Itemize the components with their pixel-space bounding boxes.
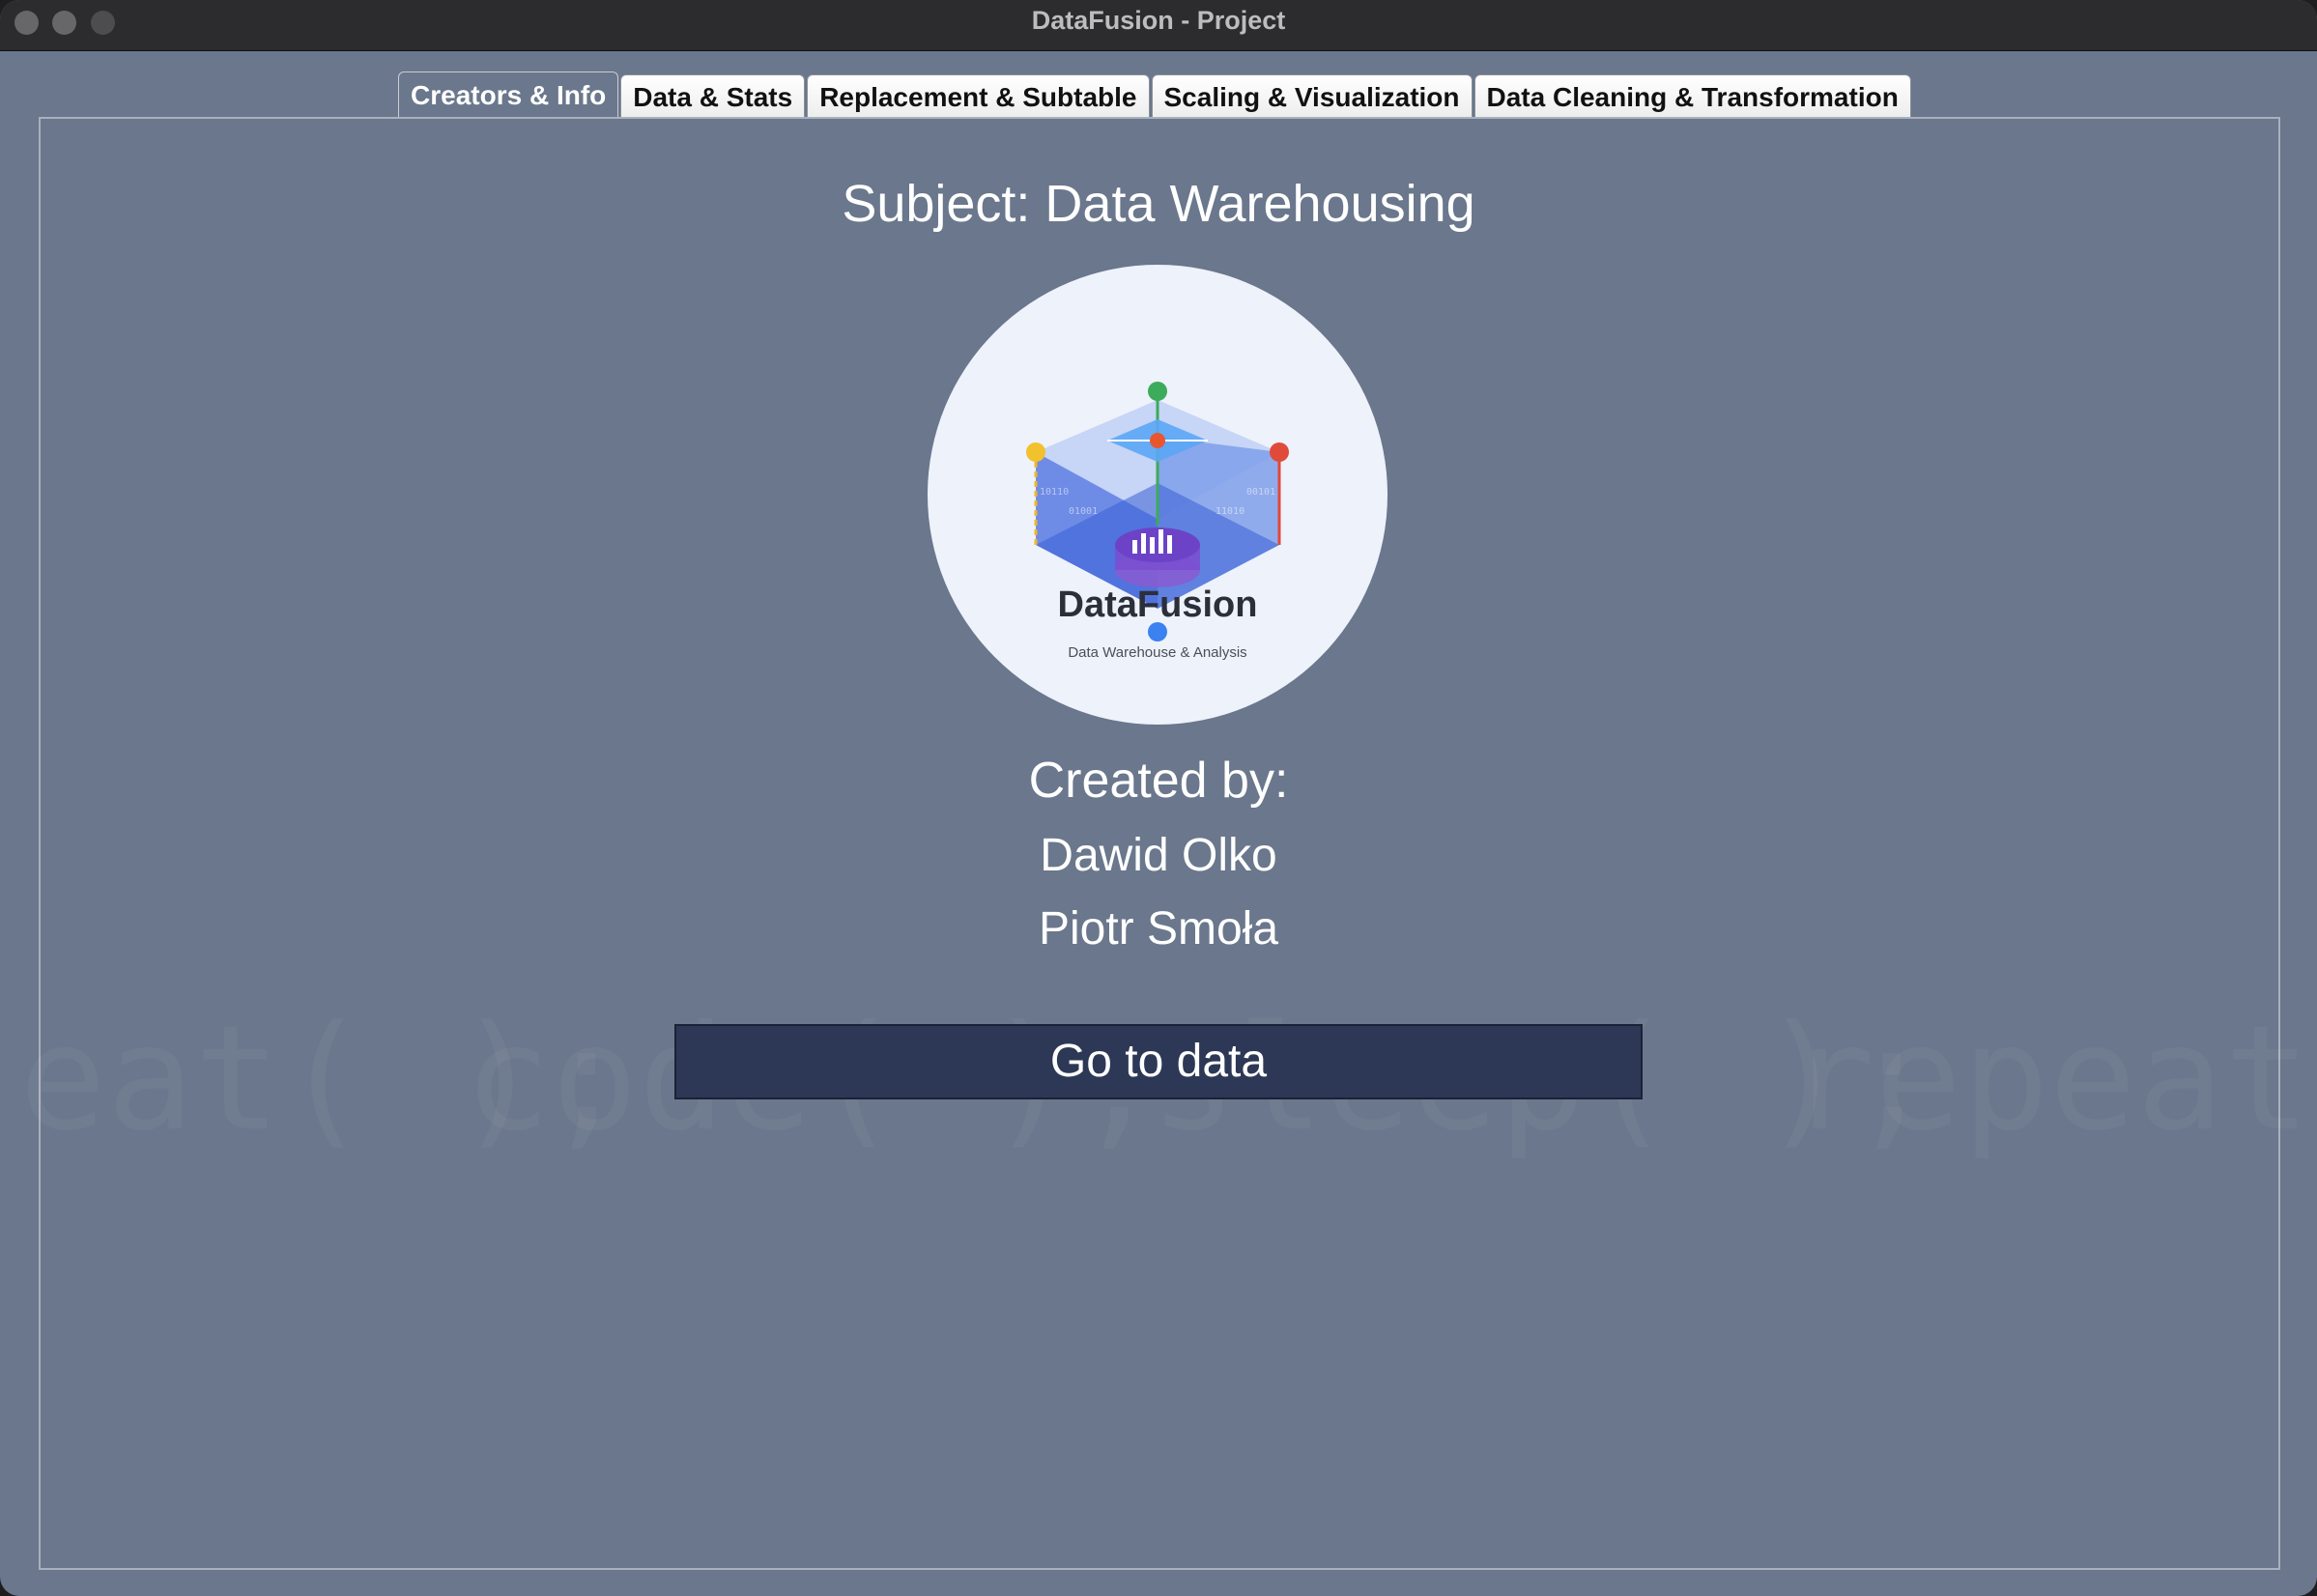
datafusion-logo: 10110 01001 00101 11010 DataFusion Data … (928, 265, 1387, 725)
logo-binary-text: 00101 (1246, 487, 1275, 498)
tab-creators-info[interactable]: Creators & Info (398, 71, 619, 118)
creator-name: Dawid Olko (1040, 830, 1277, 881)
tab-data-cleaning-transformation[interactable]: Data Cleaning & Transformation (1473, 74, 1911, 118)
background-watermark-text: repeat( ); (1788, 995, 2317, 1163)
tab-bar: Creators & Info Data & Stats Replacement… (398, 71, 1913, 118)
logo-tagline: Data Warehouse & Analysis (1068, 644, 1246, 661)
tab-replacement-subtable[interactable]: Replacement & Subtable (807, 74, 1150, 118)
window-title: DataFusion - Project (1031, 6, 1286, 35)
logo-binary-text: 01001 (1069, 506, 1098, 517)
go-to-data-button[interactable]: Go to data (674, 1024, 1643, 1099)
created-by-label: Created by: (1028, 753, 1289, 809)
logo-binary-text: 10110 (1040, 487, 1069, 498)
datafusion-logo-graphic: 10110 01001 00101 11010 DataFusion Data … (1026, 382, 1289, 661)
creator-name: Piotr Smoła (1038, 903, 1279, 955)
tab-scaling-visualization[interactable]: Scaling & Visualization (1151, 74, 1473, 118)
title-bar[interactable]: DataFusion - Project (0, 0, 2317, 51)
tab-data-stats[interactable]: Data & Stats (620, 74, 806, 118)
app-window: DataFusion - Project Creators & Info Dat… (0, 0, 2317, 1596)
logo-binary-text: 11010 (1216, 506, 1244, 517)
logo-name: DataFusion (1058, 584, 1258, 625)
subject-heading: Subject: Data Warehousing (842, 175, 1475, 233)
